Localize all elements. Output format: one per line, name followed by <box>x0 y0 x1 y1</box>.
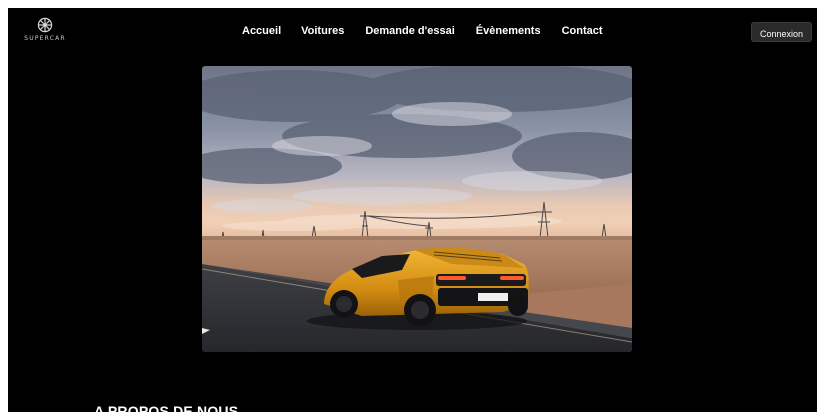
main-nav: Accueil Voitures Demande d'essai Évèneme… <box>242 25 603 37</box>
page-frame: SUPERCAR Accueil Voitures Demande d'essa… <box>8 8 817 412</box>
nav-link-demande-essai[interactable]: Demande d'essai <box>365 25 454 37</box>
login-button[interactable]: Connexion <box>751 22 812 42</box>
nav-link-contact[interactable]: Contact <box>562 25 603 37</box>
nav-link-accueil[interactable]: Accueil <box>242 25 281 37</box>
nav-link-evenements[interactable]: Évènements <box>476 25 541 37</box>
navbar: SUPERCAR Accueil Voitures Demande d'essa… <box>8 8 817 58</box>
about-title: A PROPOS DE NOUS <box>94 402 239 412</box>
wheel-icon <box>37 17 53 33</box>
nav-link-voitures[interactable]: Voitures <box>301 25 344 37</box>
brand-logo-text: SUPERCAR <box>24 35 66 42</box>
brand-logo[interactable]: SUPERCAR <box>22 17 68 51</box>
hero-image <box>202 66 632 352</box>
